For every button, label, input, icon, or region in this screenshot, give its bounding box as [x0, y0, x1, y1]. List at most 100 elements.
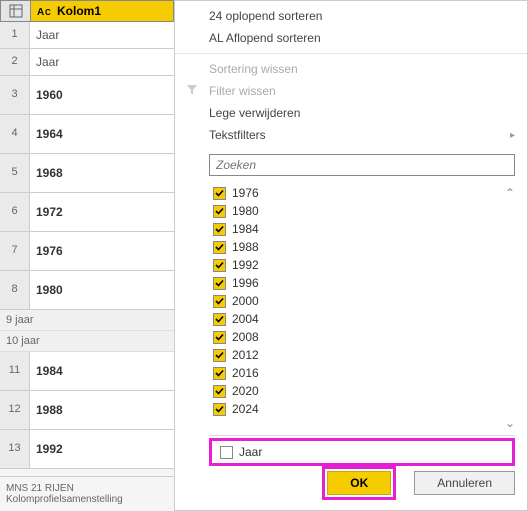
checkbox-checked-icon[interactable] — [213, 349, 226, 362]
filter-value-item[interactable]: 2016 — [209, 364, 515, 382]
checkbox-checked-icon[interactable] — [213, 187, 226, 200]
sort-descending[interactable]: AL Aflopend sorteren — [175, 27, 527, 49]
svg-text:C: C — [45, 8, 51, 17]
filter-value-label: 2000 — [232, 294, 259, 308]
cell-value: 1984 — [30, 352, 174, 390]
filter-value-label: 1984 — [232, 222, 259, 236]
row-number: 1 — [0, 22, 30, 48]
filter-value-item[interactable]: 1992 — [209, 256, 515, 274]
filter-value-item[interactable]: 2012 — [209, 346, 515, 364]
cell-value: 1968 — [30, 154, 174, 192]
row-number: 8 — [0, 271, 30, 309]
filter-value-label: 1996 — [232, 276, 259, 290]
clear-filter: Filter wissen — [175, 80, 527, 102]
text-filters[interactable]: Tekstfilters▸ — [175, 124, 527, 146]
cell-value: 1976 — [30, 232, 174, 270]
filter-values-list[interactable]: 1976 1980 1984 1988 1992 1996 2000 2004 2008 2012… — [209, 180, 515, 436]
sort-ascending[interactable]: 24 oplopend sorteren — [175, 5, 527, 27]
checkbox-checked-icon[interactable] — [213, 277, 226, 290]
checkbox-checked-icon[interactable] — [213, 367, 226, 380]
table-row[interactable]: 51968 — [0, 154, 174, 193]
checkbox-checked-icon[interactable] — [213, 331, 226, 344]
filter-value-item[interactable]: 1976 — [209, 184, 515, 202]
data-table: AC Kolom1 1Jaar2Jaar31960419645196861972… — [0, 0, 174, 511]
type-text-icon: AC — [37, 5, 53, 17]
filter-value-item[interactable]: 1996 — [209, 274, 515, 292]
row-number: 7 — [0, 232, 30, 270]
filter-value-item[interactable]: 2004 — [209, 310, 515, 328]
search-input[interactable] — [209, 154, 515, 176]
checkbox-checked-icon[interactable] — [213, 241, 226, 254]
chevron-up-icon: ⌃ — [505, 186, 515, 200]
checkbox-checked-icon[interactable] — [213, 313, 226, 326]
filter-value-label: 2012 — [232, 348, 259, 362]
cell-value: 1992 — [30, 430, 174, 468]
row-number: 12 — [0, 391, 30, 429]
cell-value: 1964 — [30, 115, 174, 153]
cell-value: Jaar — [30, 49, 174, 75]
cell-value: Jaar — [30, 22, 174, 48]
filter-value-item[interactable]: 1980 — [209, 202, 515, 220]
filter-value-label: 2004 — [232, 312, 259, 326]
summary-row-2: 10 jaar — [0, 331, 174, 352]
filter-value-label: 2020 — [232, 384, 259, 398]
scrollbar[interactable]: ⌃ ⌄ — [501, 186, 519, 430]
filter-value-item[interactable]: 2000 — [209, 292, 515, 310]
filter-value-item[interactable]: 2008 — [209, 328, 515, 346]
remove-empty[interactable]: Lege verwijderen — [175, 102, 527, 124]
checkbox-unchecked-icon[interactable] — [220, 446, 233, 459]
table-row[interactable]: 81980 — [0, 271, 174, 310]
filter-value-label: 2024 — [232, 402, 259, 416]
table-row[interactable]: 121988 — [0, 391, 174, 430]
table-row[interactable]: 61972 — [0, 193, 174, 232]
table-row[interactable]: 41964 — [0, 115, 174, 154]
row-number: 4 — [0, 115, 30, 153]
checkbox-checked-icon[interactable] — [213, 259, 226, 272]
checkbox-checked-icon[interactable] — [213, 385, 226, 398]
table-row[interactable]: 2Jaar — [0, 49, 174, 76]
filter-value-item[interactable]: 2020 — [209, 382, 515, 400]
svg-text:A: A — [37, 7, 44, 17]
column-name: Kolom1 — [57, 4, 101, 18]
row-number: 2 — [0, 49, 30, 75]
filter-value-label: 1980 — [232, 204, 259, 218]
filter-value-label: 1992 — [232, 258, 259, 272]
clear-sort: Sortering wissen — [175, 58, 527, 80]
filter-value-label: 1976 — [232, 186, 259, 200]
row-number: 3 — [0, 76, 30, 114]
table-row[interactable]: 31960 — [0, 76, 174, 115]
table-row[interactable]: 71976 — [0, 232, 174, 271]
filter-value-label: 1988 — [232, 240, 259, 254]
highlighted-ok-wrap: OK — [322, 466, 396, 500]
chevron-right-icon: ▸ — [502, 130, 515, 141]
filter-panel: 24 oplopend sorteren AL Aflopend sortere… — [174, 0, 528, 511]
table-icon — [1, 1, 31, 21]
row-number: 13 — [0, 430, 30, 468]
row-number: 6 — [0, 193, 30, 231]
checkbox-checked-icon[interactable] — [213, 223, 226, 236]
highlighted-unchecked-item: Jaar — [209, 438, 515, 466]
filter-value-label: 2016 — [232, 366, 259, 380]
cell-value: 1960 — [30, 76, 174, 114]
filter-value-item[interactable]: 2024 — [209, 400, 515, 418]
filter-value-item[interactable]: 1984 — [209, 220, 515, 238]
chevron-down-icon: ⌄ — [505, 416, 515, 430]
table-row[interactable]: 111984 — [0, 352, 174, 391]
filter-value-item[interactable]: 1988 — [209, 238, 515, 256]
table-row[interactable]: 1Jaar — [0, 22, 174, 49]
cancel-button[interactable]: Annuleren — [414, 471, 515, 495]
column-header[interactable]: AC Kolom1 — [0, 0, 174, 22]
table-row[interactable]: 131992 — [0, 430, 174, 469]
ok-button[interactable]: OK — [327, 471, 391, 495]
checkbox-checked-icon[interactable] — [213, 295, 226, 308]
row-number: 5 — [0, 154, 30, 192]
status-bar: MNS 21 RIJEN Kolomprofielsamenstelling — [0, 476, 174, 511]
funnel-icon — [185, 84, 199, 99]
cell-value: 1980 — [30, 271, 174, 309]
filter-value-item[interactable]: Jaar — [216, 443, 508, 461]
checkbox-checked-icon[interactable] — [213, 205, 226, 218]
cell-value: 1972 — [30, 193, 174, 231]
filter-value-label: Jaar — [239, 445, 262, 459]
checkbox-checked-icon[interactable] — [213, 403, 226, 416]
row-number: 11 — [0, 352, 30, 390]
